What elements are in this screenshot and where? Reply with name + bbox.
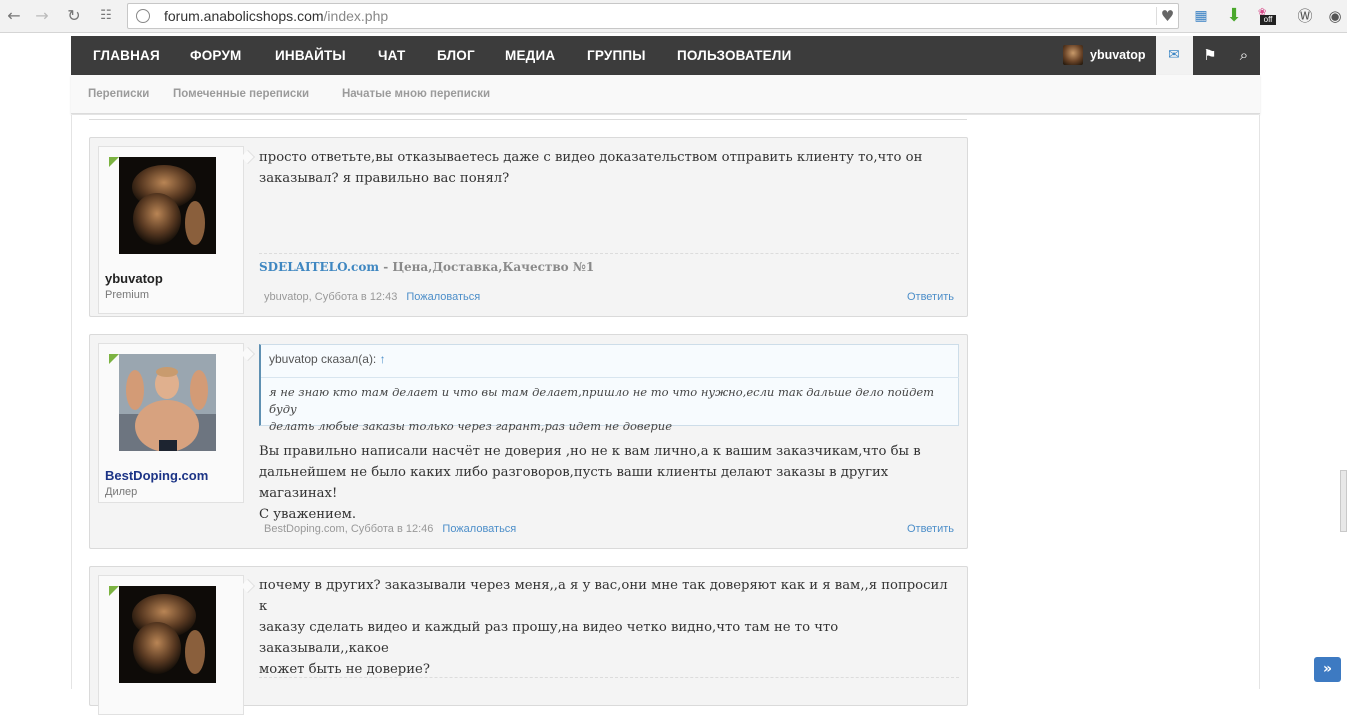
nav-chat[interactable]: ЧАТ [378, 36, 405, 75]
conversation-content: ybuvatop Premium просто ответьте,вы отка… [71, 115, 1260, 715]
search-icon[interactable]: ⌕ [1229, 36, 1259, 75]
reply-link[interactable]: Ответить [907, 291, 954, 303]
meta-time[interactable]: Суббота в 12:46 [351, 523, 434, 535]
extension-grid-icon[interactable]: ▦ [1191, 6, 1211, 26]
author-name[interactable]: BestDoping.com [105, 468, 208, 483]
quote-author: ybuvatop сказал(а): [269, 352, 377, 366]
subnav-conversations[interactable]: Переписки [88, 88, 149, 100]
quote-line: я не знаю кто там делает и что вы там де… [269, 385, 935, 416]
online-indicator [109, 354, 119, 364]
message-line: дальнейшем не было каких либо разговоров… [259, 465, 889, 501]
main-navigation: ГЛАВНАЯ ФОРУМ ИНВАЙТЫ ЧАТ БЛОГ МЕДИА ГРУ… [71, 36, 1260, 75]
nav-media[interactable]: МЕДИА [505, 36, 555, 75]
message-line: С уважением. [259, 507, 357, 522]
signature-divider [259, 253, 959, 254]
reply-link[interactable]: Ответить [907, 523, 954, 535]
back-arrow-icon[interactable]: ← [4, 6, 24, 26]
quote-header: ybuvatop сказал(а): ↑ [269, 352, 386, 366]
message-text: почему в других? заказывали через меня,,… [259, 575, 959, 680]
username-label: ybuvatop [1090, 48, 1146, 62]
message-meta: BestDoping.com, Суббота в 12:46 Пожаловат… [264, 523, 517, 535]
ext-off-label: off [1260, 15, 1276, 25]
apps-grid-icon[interactable]: ☷ [96, 6, 116, 26]
message-line: заказывал? я правильно вас понял? [259, 171, 510, 186]
message-line: заказу сделать видео и каждый раз прошу,… [259, 620, 839, 656]
divider [89, 119, 967, 120]
download-arrow-icon[interactable]: ⬇ [1224, 6, 1244, 26]
subnav-starred-conversations[interactable]: Помеченные переписки [173, 88, 309, 100]
quote-divider [261, 377, 959, 378]
flag-icon[interactable]: ⚑ [1195, 36, 1225, 75]
message: BestDoping.com Дилер ybuvatop сказал(а):… [89, 334, 968, 549]
author-title: Premium [105, 289, 150, 301]
forum-site: ГЛАВНАЯ ФОРУМ ИНВАЙТЫ ЧАТ БЛОГ МЕДИА ГРУ… [71, 36, 1260, 715]
online-indicator [109, 157, 119, 167]
address-bar[interactable]: forum.anabolicshops.com/index.php ♥ [127, 3, 1179, 29]
download-circle-icon[interactable]: Ⓦ [1295, 6, 1315, 26]
avatar-frame [99, 576, 243, 694]
nav-users[interactable]: ПОЛЬЗОВАТЕЛИ [677, 36, 791, 75]
quote-line: делать любые заказы только через гарант,… [269, 419, 672, 433]
subnav-started-conversations[interactable]: Начатые мною переписки [342, 88, 490, 100]
browser-toolbar: ← → ↻ ☷ forum.anabolicshops.com/index.ph… [0, 0, 1347, 33]
author-title: Дилер [105, 486, 138, 498]
scroll-to-top-button[interactable]: » [1314, 657, 1341, 682]
message-text: Вы правильно написали насчёт не доверия … [259, 441, 959, 525]
avatar[interactable] [119, 157, 216, 254]
author-card [98, 575, 244, 715]
message: почему в других? заказывали через меня,,… [89, 566, 968, 715]
avatar [1063, 45, 1083, 65]
message-meta: ybuvatop, Суббота в 12:43 Пожаловаться [264, 291, 481, 303]
signature-link[interactable]: SDELAITELO.com [259, 260, 379, 274]
message: ybuvatop Premium просто ответьте,вы отка… [89, 137, 968, 317]
nav-home[interactable]: ГЛАВНАЯ [93, 36, 160, 75]
avatar[interactable] [119, 354, 216, 451]
author-card: BestDoping.com Дилер [98, 343, 244, 503]
quote-jump-arrow-icon[interactable]: ↑ [380, 352, 386, 366]
url-text: forum.anabolicshops.com/index.php [164, 8, 389, 24]
forward-arrow-icon[interactable]: → [32, 6, 52, 26]
meta-author[interactable]: BestDoping.com [264, 523, 345, 535]
nav-blog[interactable]: БЛОГ [437, 36, 475, 75]
author-name[interactable]: ybuvatop [105, 271, 163, 286]
site-info-icon[interactable] [136, 9, 150, 23]
signature: SDELAITELO.com - Цена,Доставка,Качество … [259, 260, 594, 274]
signature-divider [259, 677, 959, 678]
reload-icon[interactable]: ↻ [64, 6, 84, 26]
profile-icon[interactable]: ◉ [1325, 6, 1345, 26]
message-line: просто ответьте,вы отказываетесь даже с … [259, 150, 923, 165]
signature-text: - Цена,Доставка,Качество №1 [379, 260, 595, 274]
user-menu[interactable]: ybuvatop [1063, 36, 1146, 75]
nav-forum[interactable]: ФОРУМ [190, 36, 242, 75]
report-link[interactable]: Пожаловаться [442, 523, 516, 535]
message-line: почему в других? заказывали через меня,,… [259, 578, 948, 614]
bookmark-heart-icon[interactable]: ♥ [1156, 7, 1178, 25]
avatar-frame [99, 344, 243, 462]
online-indicator [109, 586, 119, 596]
avatar-frame [99, 147, 243, 265]
envelope-icon: ✉ [1168, 47, 1180, 63]
conversations-button[interactable]: ✉ [1156, 36, 1193, 75]
sub-navigation: Переписки Помеченные переписки Начатые м… [71, 75, 1260, 114]
author-card: ybuvatop Premium [98, 146, 244, 314]
quote-block: ybuvatop сказал(а): ↑ я не знаю кто там … [259, 344, 959, 433]
avatar[interactable] [119, 586, 216, 683]
report-link[interactable]: Пожаловаться [406, 291, 480, 303]
nav-groups[interactable]: ГРУППЫ [587, 36, 646, 75]
message-line: Вы правильно написали насчёт не доверия … [259, 444, 921, 459]
meta-author[interactable]: ybuvatop [264, 291, 309, 303]
message-text: просто ответьте,вы отказываетесь даже с … [259, 147, 959, 189]
side-scroll-handle[interactable] [1340, 470, 1347, 532]
quote-text: я не знаю кто там делает и что вы там де… [269, 384, 949, 435]
meta-time[interactable]: Суббота в 12:43 [315, 291, 398, 303]
ext-off-icon[interactable]: ❀ off [1257, 6, 1277, 26]
nav-invites[interactable]: ИНВАЙТЫ [275, 36, 346, 75]
